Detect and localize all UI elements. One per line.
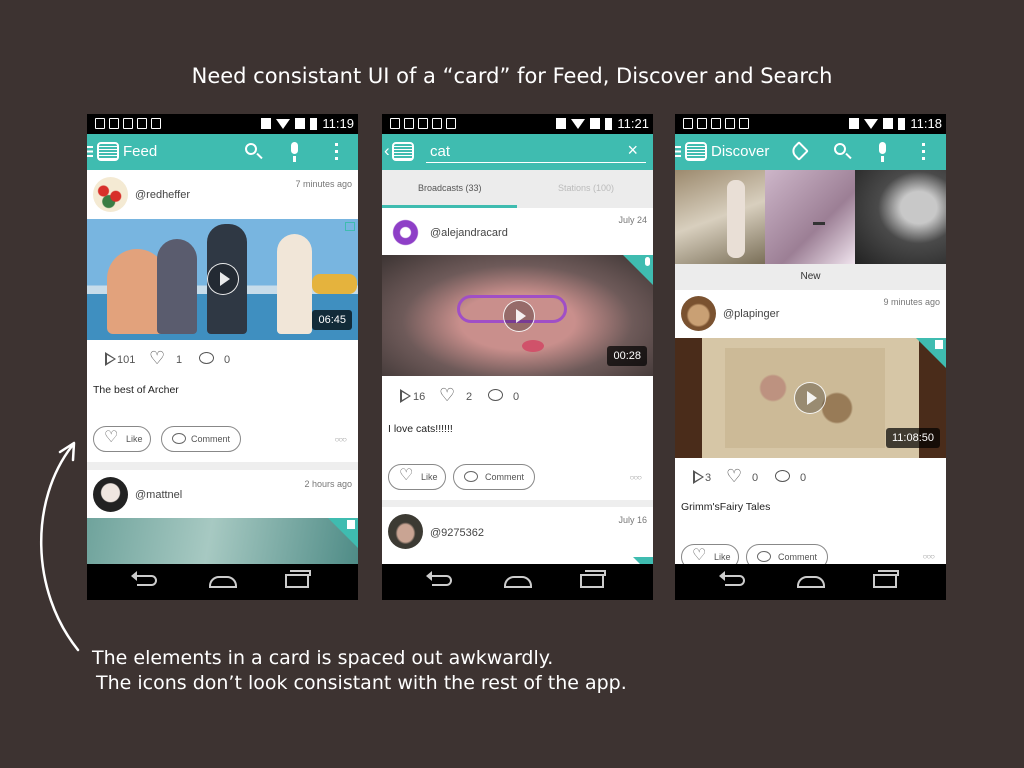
annotation-text: The elements in a card is spaced out awk… bbox=[92, 646, 627, 696]
annotation-line-1: The elements in a card is spaced out awk… bbox=[92, 647, 554, 669]
annotation-line-2: The icons don’t look consistant with the… bbox=[96, 672, 627, 694]
